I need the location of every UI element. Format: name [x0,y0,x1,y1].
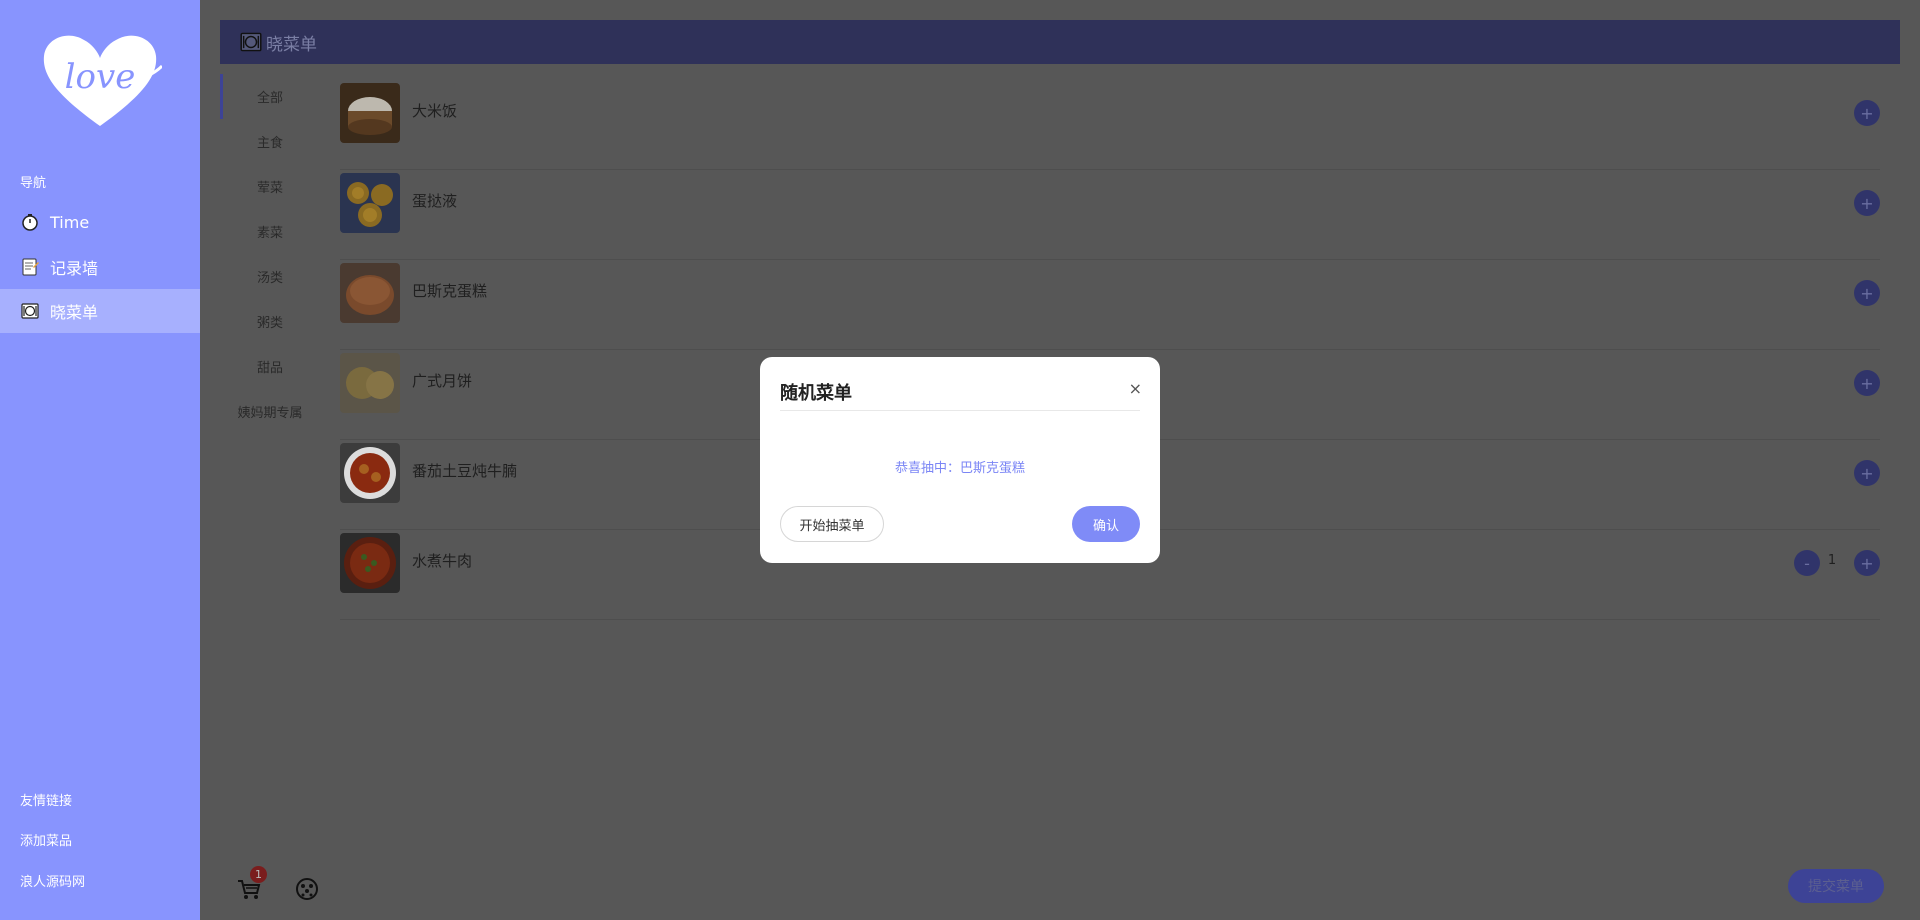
dish-name: 番茄土豆炖牛腩 [412,462,518,480]
dish-quantity: 1 [1827,553,1837,568]
plate-icon [20,301,40,321]
add-button[interactable]: + [1854,280,1880,306]
footer-link-add-dish[interactable]: 添加菜品 [20,830,72,849]
category-all[interactable]: 全部 [220,74,320,119]
dish-name: 广式月饼 [412,372,473,390]
category-list: 全部 主食 荤菜 素菜 汤类 粥类 甜品 姨妈期专属 [220,74,320,434]
nav-item-label: 记录墙 [50,259,99,278]
add-button[interactable]: + [1854,190,1880,216]
add-button[interactable]: + [1854,100,1880,126]
confirm-button[interactable]: 确认 [1072,506,1140,542]
close-icon[interactable]: × [1129,379,1142,398]
dish-image [340,353,400,413]
add-button[interactable]: + [1854,550,1880,576]
dish-image [340,263,400,323]
dish-name: 巴斯克蛋糕 [412,282,488,300]
category-soup[interactable]: 汤类 [220,254,320,299]
nav-item-time[interactable]: Time [0,200,200,244]
nav-item-label: 晓菜单 [50,303,99,322]
draw-result-text: 恭喜抽中：巴斯克蛋糕 [894,461,1025,476]
dish-image [340,443,400,503]
dish-image [340,173,400,233]
remove-button[interactable]: - [1794,550,1820,576]
page-header: 晓菜单 [220,20,1900,64]
stopwatch-icon [20,212,40,232]
page-title: 晓菜单 [266,34,317,55]
svg-text:love: love [65,57,136,97]
nav-section-label: 导航 [20,176,47,191]
love-heart-logo: love [43,35,162,126]
dish-image [340,83,400,143]
category-porridge[interactable]: 粥类 [220,299,320,344]
start-draw-button[interactable]: 开始抽菜单 [780,506,884,542]
dish-name: 大米饭 [412,102,458,120]
category-period-special[interactable]: 姨妈期专属 [220,389,320,434]
add-button[interactable]: + [1854,460,1880,486]
category-staple[interactable]: 主食 [220,119,320,164]
cart-count-badge: 1 [250,866,267,883]
dialog-divider [780,410,1140,411]
category-meat[interactable]: 荤菜 [220,164,320,209]
random-menu-dialog: 随机菜单 × 恭喜抽中：巴斯克蛋糕 开始抽菜单 确认 [760,357,1160,563]
footer-link-source[interactable]: 浪人源码网 [20,871,85,890]
dish-row: 巴斯克蛋糕 + [340,260,1880,350]
dish-name: 蛋挞液 [412,192,458,210]
dish-name: 水煮牛肉 [412,552,473,570]
random-draw-icon[interactable] [294,876,320,902]
dish-row: 蛋挞液 + [340,170,1880,260]
plate-icon [240,31,262,53]
bottom-bar: 1 提交菜单 [220,840,1900,903]
footer-link-friends[interactable]: 友情链接 [20,790,72,809]
category-dessert[interactable]: 甜品 [220,344,320,389]
nav-item-menu[interactable]: 晓菜单 [0,289,200,333]
dish-row: 大米饭 + [340,80,1880,170]
memo-icon [20,257,40,277]
add-button[interactable]: + [1854,370,1880,396]
nav-item-record-wall[interactable]: 记录墙 [0,245,200,289]
dish-image [340,533,400,593]
category-vegetable[interactable]: 素菜 [220,209,320,254]
dialog-title: 随机菜单 [780,383,852,404]
nav-item-label: Time [50,212,90,232]
sidebar: love 导航 Time 记录墙 晓菜单 友情链接 添加菜品 浪人源码网 [0,0,200,920]
submit-menu-button[interactable]: 提交菜单 [1788,869,1884,903]
